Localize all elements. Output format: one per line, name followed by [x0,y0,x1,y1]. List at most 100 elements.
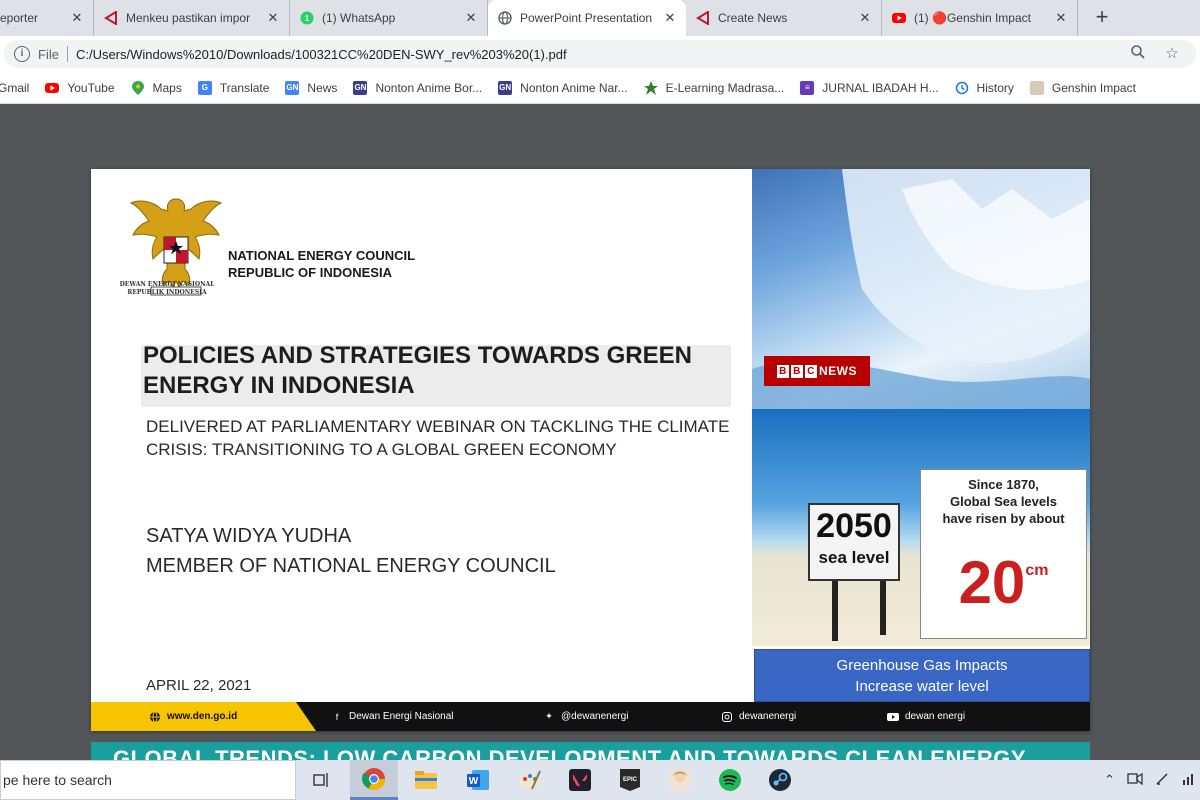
close-icon[interactable]: ✕ [1053,10,1069,26]
valorant-icon[interactable] [556,760,604,800]
facebook-text: Dewan Energi Nasional [349,711,454,722]
youtube-icon [45,81,60,95]
bookmark-genshin[interactable]: Genshin Impact [1029,80,1136,95]
bookmark-gmail[interactable]: Gmail [0,81,29,95]
facebook-icon: f [335,711,339,722]
bookmark-label: History [976,80,1014,95]
council-name: NATIONAL ENERGY COUNCIL REPUBLIC OF INDO… [228,247,415,281]
tab-whatsapp[interactable]: 1 (1) WhatsApp ✕ [290,0,488,36]
bbc-logo-letter: C [805,364,817,378]
bookmark-jurnal[interactable]: ≡ JURNAL IBADAH H... [800,80,939,95]
rise-text: Since 1870, Global Sea levels have risen… [921,476,1086,527]
presenter-name: SATYA WIDYA YUDHA [146,525,352,547]
next-slide-title: GLOBAL TRENDS: LOW CARBON DEVELOPMENT AN… [113,746,1027,760]
image-panel: B B C NEWS 2050 sea level Since 1870, Gl… [752,169,1090,702]
network-icon[interactable] [1181,772,1195,789]
bookmark-label: YouTube [67,80,115,95]
chrome-icon[interactable] [350,760,398,800]
bookmark-anime-nar[interactable]: GN Nonton Anime Nar... [498,80,628,95]
youtube-text: dewan energi [905,711,966,722]
bookmark-youtube[interactable]: YouTube [45,80,115,95]
council-line: NATIONAL ENERGY COUNCIL [228,248,416,263]
spotify-icon[interactable] [706,760,754,800]
steam-icon[interactable] [756,760,804,800]
slide-title-line: POLICIES AND STRATEGIES TOWARDS GREEN [143,342,692,369]
pdf-page: DEWAN ENERGI NASIONAL REPUBLIK INDONESIA… [91,169,1090,731]
tab-genshin-impact[interactable]: (1) 🔴Genshin Impact ✕ [882,0,1078,36]
chevron-up-icon[interactable]: ⌃ [1104,772,1115,788]
bookmark-elearning[interactable]: E-Learning Madrasa... [643,80,785,95]
browser-toolbar: i File C:/Users/Windows%2010/Downloads/1… [0,36,1200,72]
website-text: www.den.go.id [167,711,238,722]
tab-powerpoint-presentation[interactable]: PowerPoint Presentation ✕ [488,0,686,36]
footer-youtube: dewan energi [887,702,965,731]
tab-menkeu[interactable]: Menkeu pastikan impor ✕ [94,0,290,36]
address-bar[interactable]: i File C:/Users/Windows%2010/Downloads/1… [4,40,1196,68]
news-icon [104,11,118,25]
taskbar-search[interactable]: pe here to search [0,760,296,800]
bookmark-label: JURNAL IBADAH H... [822,80,939,95]
file-explorer-icon[interactable] [402,760,450,800]
close-icon[interactable]: ✕ [69,10,85,26]
info-icon[interactable]: i [14,46,30,62]
bookmark-label: E-Learning Madrasa... [665,80,785,95]
sea-level-rise-box: Since 1870, Global Sea levels have risen… [920,469,1087,639]
close-icon[interactable]: ✕ [265,10,281,26]
bookmark-label: Translate [219,80,270,95]
bookmarks-bar: Gmail YouTube Maps G Translate GN News G… [0,72,1200,104]
genshin-icon[interactable] [656,760,704,800]
bookmark-maps[interactable]: Maps [131,80,182,95]
rise-value: 20cm [921,535,1086,619]
star-icon[interactable]: ☆ [1162,44,1182,64]
tab-title: (1) 🔴Genshin Impact [914,11,1031,25]
bookmark-translate[interactable]: G Translate [197,80,270,95]
url-text[interactable]: C:/Users/Windows%2010/Downloads/100321CC… [76,47,1128,62]
tab-strip: eporter ✕ Menkeu pastikan impor ✕ 1 (1) … [0,0,1200,36]
task-view-icon[interactable] [298,760,346,800]
sign-post [832,579,838,641]
forms-icon: ≡ [800,80,815,95]
council-line: REPUBLIC OF INDONESIA [228,265,392,280]
twitter-icon: ✦ [545,711,553,721]
paint-icon[interactable] [506,760,554,800]
tab-title: PowerPoint Presentation [520,11,653,25]
new-tab-button[interactable]: + [1090,4,1114,30]
bookmark-history[interactable]: History [955,81,1014,95]
pdf-viewport[interactable]: DEWAN ENERGI NASIONAL REPUBLIK INDONESIA… [0,104,1200,760]
genshin-icon [1029,80,1044,95]
tab-title: (1) WhatsApp [322,11,396,25]
sign-year: 2050 [816,507,892,545]
system-tray: ⌃ [1104,760,1195,800]
close-icon[interactable]: ✕ [463,10,479,26]
tab-title: Menkeu pastikan impor [126,11,251,25]
tab-create-news[interactable]: Create News ✕ [686,0,882,36]
slide-subtitle: DELIVERED AT PARLIAMENTARY WEBINAR ON TA… [146,415,756,461]
bbc-news-logo: B B C NEWS [764,356,870,386]
close-icon[interactable]: ✕ [662,10,678,26]
zoom-icon[interactable] [1128,44,1148,64]
bookmark-anime-bor[interactable]: GN Nonton Anime Bor... [353,80,482,95]
next-pdf-page: GLOBAL TRENDS: LOW CARBON DEVELOPMENT AN… [91,742,1090,760]
sign-text: sea level [818,548,890,567]
close-icon[interactable]: ✕ [857,10,873,26]
tab-reporter[interactable]: eporter ✕ [0,0,94,36]
bbc-logo-letter: B [791,364,803,378]
rise-text-line: Global Sea levels [950,494,1057,509]
rise-text-line: have risen by about [942,511,1065,526]
svg-text:W: W [469,776,479,787]
bookmark-news[interactable]: GN News [285,80,337,95]
pen-icon[interactable] [1155,772,1169,789]
meet-now-icon[interactable] [1127,772,1143,789]
word-icon[interactable]: W [454,760,502,800]
whatsapp-icon: 1 [300,11,314,25]
sign-post [880,579,886,635]
presenter-role: MEMBER OF NATIONAL ENERGY COUNCIL [146,555,556,577]
madrasah-icon [643,80,658,95]
epic-games-icon[interactable]: EPIC [606,760,654,800]
emblem-caption: DEWAN ENERGI NASIONAL REPUBLIK INDONESIA [117,281,217,297]
news-icon [696,11,710,25]
impact-line: Increase water level [855,678,989,695]
footer-website: www.den.go.id [149,702,237,731]
emblem-caption-line: REPUBLIK INDONESIA [127,289,207,296]
svg-text:EPIC: EPIC [623,777,638,783]
